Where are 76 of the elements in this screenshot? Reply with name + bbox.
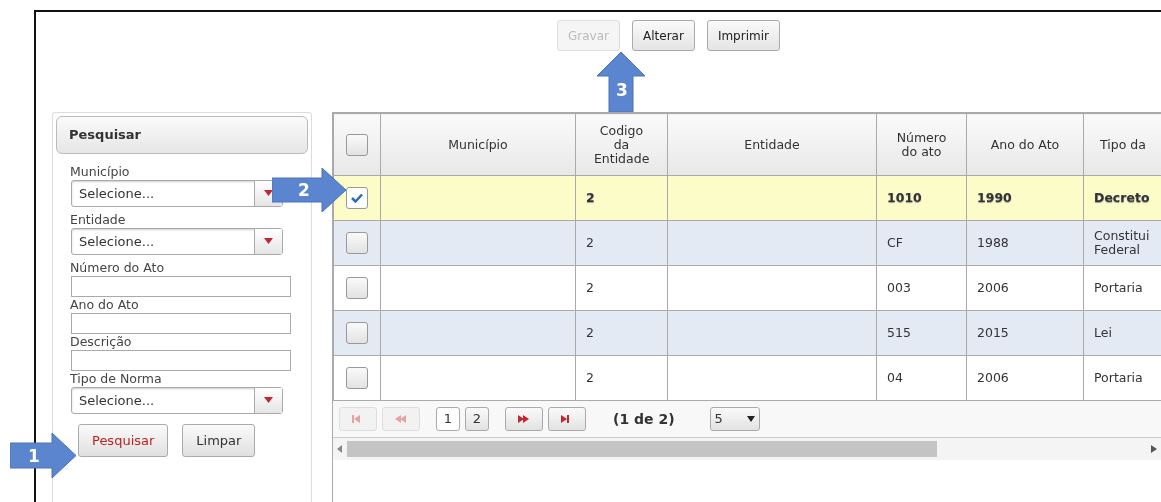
table-cell: 003 — [887, 280, 911, 295]
input-field[interactable] — [71, 312, 291, 334]
dropdown[interactable]: Selecione... — [71, 386, 283, 414]
table-row[interactable]: 2 003 2006 Portaria — [333, 265, 1161, 311]
next-page-icon — [518, 415, 530, 423]
dropdown-icon — [746, 416, 755, 422]
checkbox[interactable] — [346, 367, 368, 389]
checkbox[interactable] — [346, 187, 368, 209]
table-row[interactable]: 2 CF 1988 Constitui Federal — [333, 220, 1161, 266]
table-cell: 2006 — [977, 280, 1009, 295]
checkbox[interactable] — [346, 232, 368, 254]
table-cell: Lei — [1094, 325, 1112, 340]
table-cell: 2 — [586, 325, 594, 340]
field-label: Número do Ato — [70, 259, 166, 276]
input-field[interactable] — [71, 349, 291, 371]
column-header: Tipo da — [1099, 137, 1147, 152]
callout-arrow — [10, 433, 76, 478]
table-cell: Portaria — [1094, 370, 1143, 385]
callout-arrow — [597, 52, 645, 112]
column-header: Município — [447, 137, 509, 152]
table-cell: CF — [887, 235, 903, 250]
checkmark-icon — [351, 193, 363, 203]
first-page-button[interactable] — [339, 407, 377, 431]
search-button[interactable]: Limpar — [182, 423, 256, 457]
table-cell: 2015 — [977, 325, 1009, 340]
column-header: Ano do Ato — [989, 137, 1061, 152]
table-cell: 2 — [586, 370, 594, 385]
horizontal-scrollbar[interactable] — [333, 438, 1161, 460]
checkbox[interactable] — [346, 277, 368, 299]
table-cell: 04 — [887, 370, 903, 385]
toolbar-button[interactable]: Imprimir — [706, 20, 780, 51]
panel-header: Pesquisar — [56, 116, 308, 154]
table-cell: Portaria — [1094, 280, 1143, 295]
toolbar-button[interactable]: Alterar — [632, 20, 695, 51]
previous-page-icon — [395, 415, 407, 423]
search-button[interactable]: Pesquisar — [78, 423, 169, 457]
table-cell: 1988 — [977, 235, 1009, 250]
table-cell: 2 — [586, 280, 594, 295]
dropdown[interactable]: Selecione... — [71, 227, 283, 255]
field-label: Município — [70, 163, 131, 180]
field-label: Descrição — [70, 333, 133, 350]
rows-per-page-dropdown[interactable]: 5 — [709, 407, 760, 431]
table-cell: 515 — [887, 325, 911, 340]
table-row[interactable]: 2 515 2015 Lei — [333, 310, 1161, 356]
page-button[interactable]: 2 — [465, 407, 489, 431]
table-row[interactable]: 2 1010 1990 Decreto — [333, 175, 1161, 221]
last-page-button[interactable] — [548, 407, 586, 431]
table-cell: Decreto — [1094, 190, 1150, 205]
table-cell: 1010 — [887, 190, 922, 205]
scroll-left-icon[interactable] — [337, 445, 343, 453]
page-button[interactable]: 1 — [436, 407, 460, 431]
column-header: Entidade — [743, 137, 801, 152]
field-label: Ano do Ato — [70, 296, 140, 313]
field-label: Tipo de Norma — [70, 370, 163, 387]
checkbox[interactable] — [346, 322, 368, 344]
scroll-right-icon[interactable] — [1151, 445, 1157, 453]
table-row[interactable]: 2 04 2006 Portaria — [333, 355, 1161, 401]
input-field[interactable] — [71, 275, 291, 297]
next-page-button[interactable] — [505, 407, 543, 431]
table-cell: Constitui Federal — [1094, 228, 1150, 257]
step-number: 3 — [616, 79, 628, 102]
dropdown-icon — [264, 397, 273, 403]
step-number: 2 — [298, 179, 310, 202]
dropdown-icon — [264, 238, 273, 244]
column-header: Número do ato — [895, 130, 948, 159]
page-report: (1 de 2) — [613, 409, 675, 429]
table-cell: 2 — [586, 190, 595, 205]
table-cell: 1990 — [977, 190, 1012, 205]
step-number: 1 — [28, 444, 40, 468]
column-header: Codigo da Entidade — [593, 123, 650, 166]
previous-page-button[interactable] — [382, 407, 420, 431]
dropdown-icon — [264, 190, 273, 196]
table-cell: 2 — [586, 235, 594, 250]
checkbox[interactable] — [346, 133, 368, 156]
field-label: Entidade — [70, 211, 127, 228]
table-cell: 2006 — [977, 370, 1009, 385]
